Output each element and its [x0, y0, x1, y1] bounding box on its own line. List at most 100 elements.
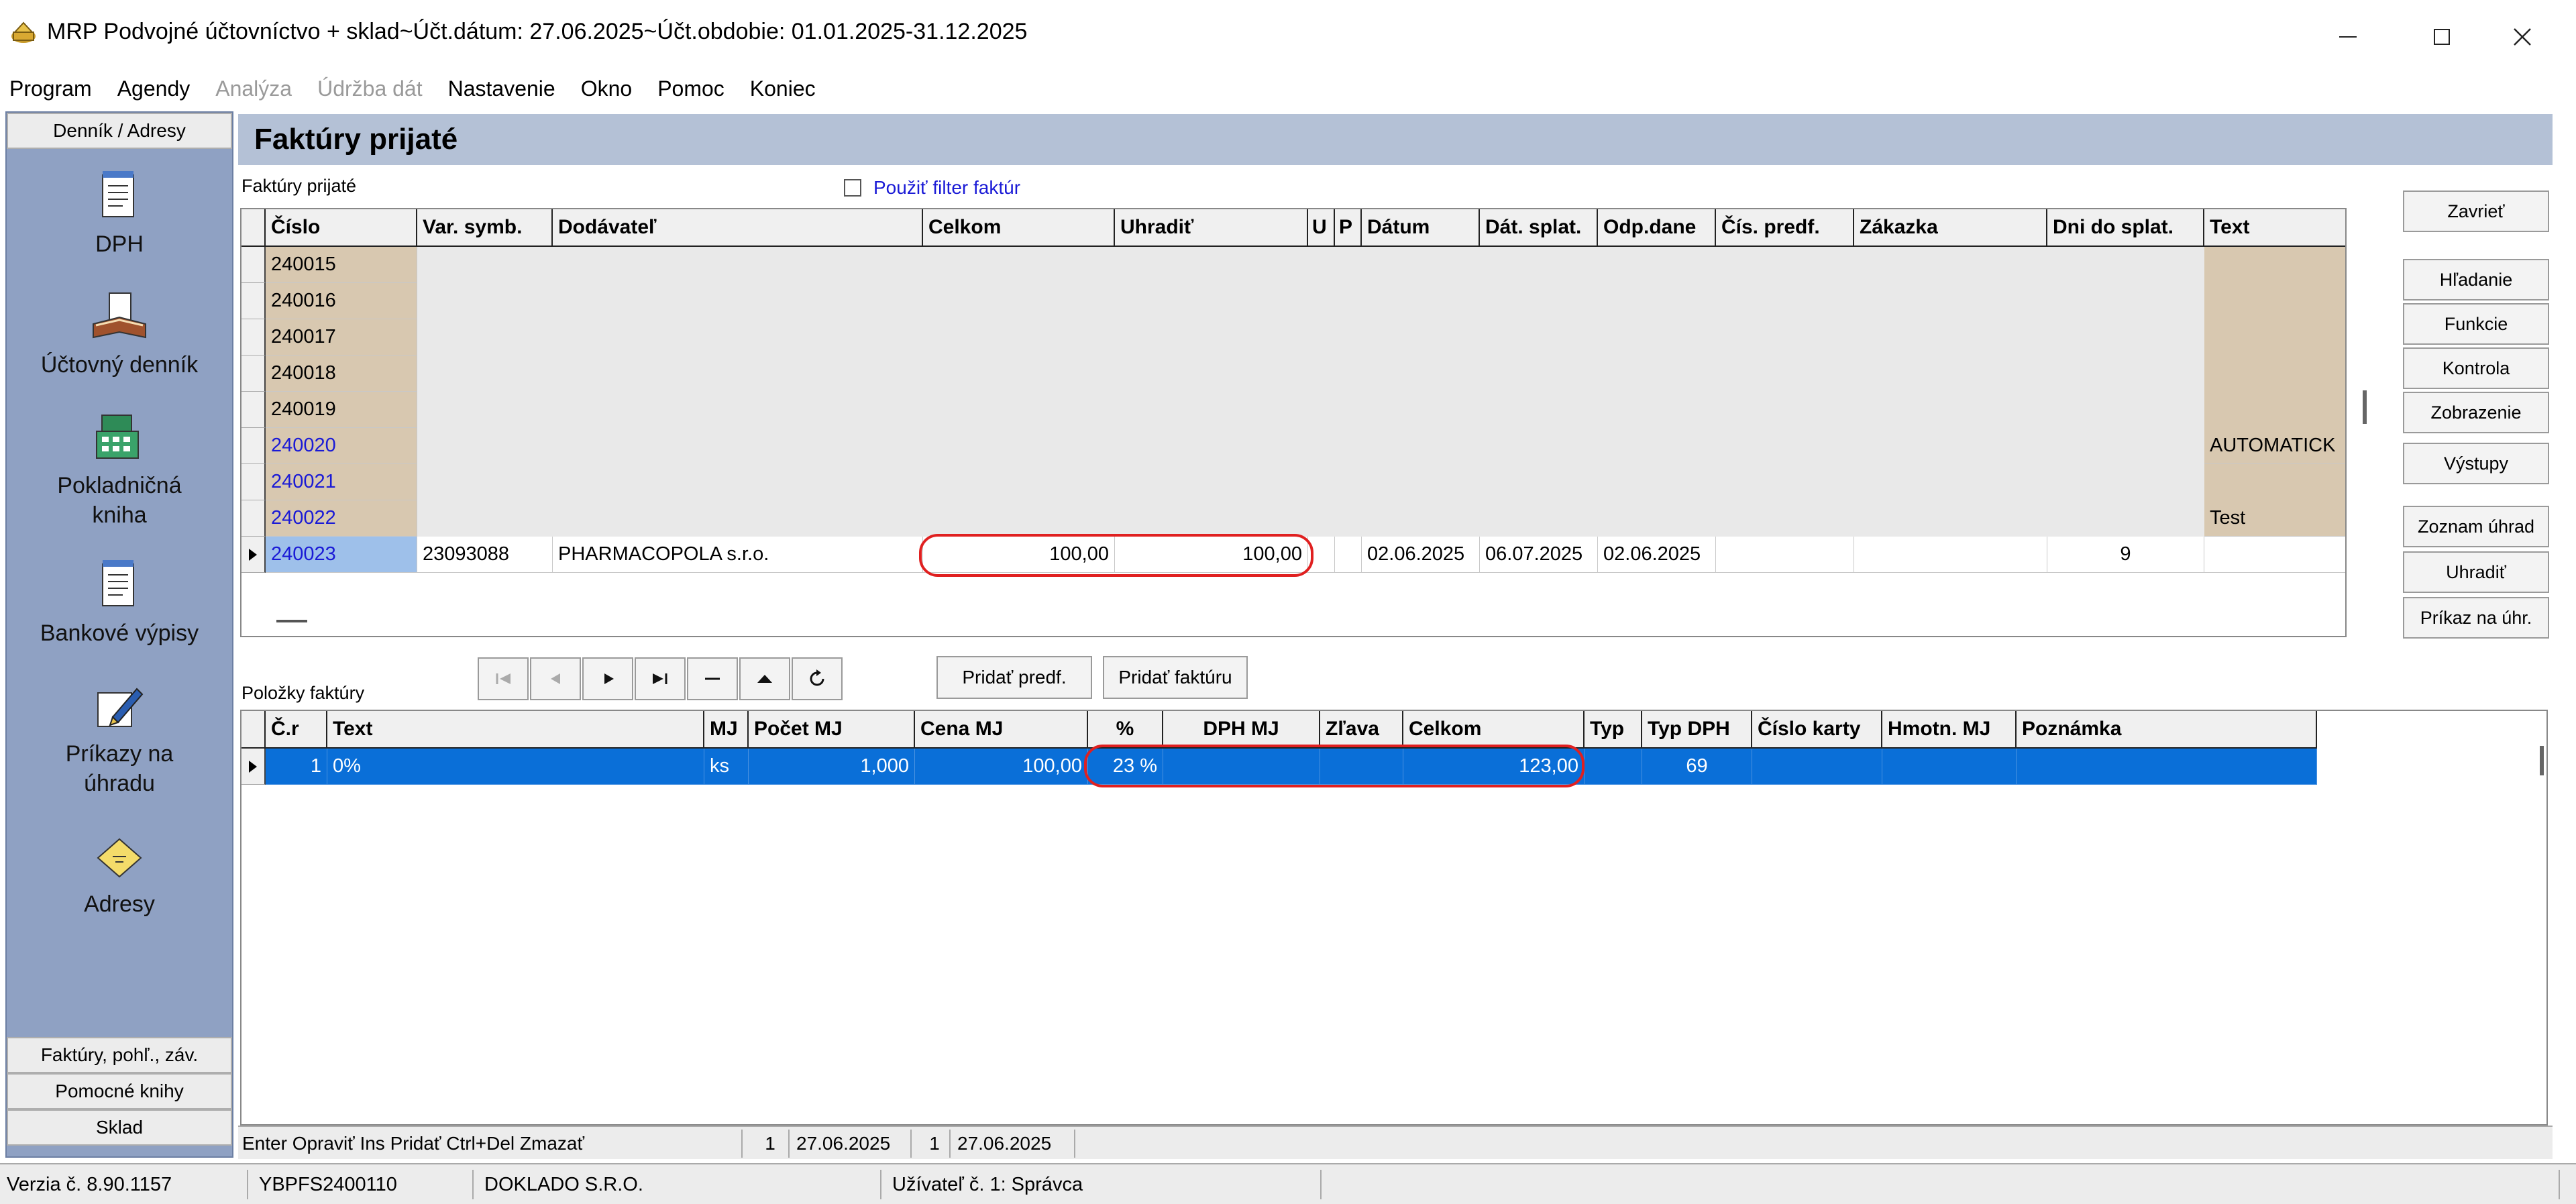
nav-tab-sklad[interactable]: Sklad: [7, 1109, 232, 1146]
row-indicator[interactable]: [241, 464, 266, 500]
col-header-typ-dph[interactable]: Typ DPH: [1642, 711, 1752, 749]
item-hmotn-mj[interactable]: [1882, 749, 2017, 785]
up-button[interactable]: [739, 657, 790, 700]
menu-program[interactable]: Program: [9, 76, 92, 101]
nav-tab-dennik-adresy[interactable]: Denník / Adresy: [7, 113, 232, 149]
functions-button[interactable]: Funkcie: [2403, 303, 2549, 345]
invoice-number[interactable]: 240021: [266, 464, 417, 500]
invoice-number-current[interactable]: 240023: [266, 537, 417, 573]
first-record-button[interactable]: [478, 657, 529, 700]
item-cislo-karty[interactable]: [1752, 749, 1882, 785]
checkbox-box[interactable]: [844, 179, 861, 197]
invoice-text[interactable]: AUTOMATICK: [2204, 428, 2345, 464]
datum-cell[interactable]: 02.06.2025: [1362, 537, 1480, 573]
col-header-u[interactable]: U: [1308, 209, 1335, 247]
col-header-typ[interactable]: Typ: [1585, 711, 1642, 749]
check-button[interactable]: Kontrola: [2403, 347, 2549, 389]
menu-okno[interactable]: Okno: [581, 76, 632, 101]
payments-list-button[interactable]: Zoznam úhrad: [2403, 506, 2549, 547]
last-record-button[interactable]: [635, 657, 686, 700]
lower-scrollbar-thumb[interactable]: [2540, 746, 2544, 775]
col-header-percent[interactable]: %: [1088, 711, 1163, 749]
grid-splitter[interactable]: [276, 620, 307, 622]
close-form-button[interactable]: Zavrieť: [2403, 190, 2549, 232]
item-typ[interactable]: [1585, 749, 1642, 785]
col-header-cena-mj[interactable]: Cena MJ: [915, 711, 1088, 749]
nav-tab-pomocne-knihy[interactable]: Pomocné knihy: [7, 1073, 232, 1109]
invoice-number[interactable]: 240022: [266, 500, 417, 537]
p-cell[interactable]: [1335, 537, 1362, 573]
menu-agendy[interactable]: Agendy: [117, 76, 191, 101]
maximize-button[interactable]: [2402, 13, 2482, 60]
pay-button[interactable]: Uhradiť: [2403, 551, 2549, 593]
prev-record-button[interactable]: [530, 657, 581, 700]
col-header-pocet-mj[interactable]: Počet MJ: [749, 711, 915, 749]
current-row-indicator[interactable]: [241, 537, 266, 573]
row-indicator[interactable]: [241, 319, 266, 355]
filter-checkbox[interactable]: Použiť filter faktúr: [844, 177, 1020, 199]
col-header-zakazka[interactable]: Zákazka: [1854, 209, 2047, 247]
col-header-celkom[interactable]: Celkom: [923, 209, 1115, 247]
next-record-button[interactable]: [582, 657, 633, 700]
row-indicator[interactable]: [241, 283, 266, 319]
invoice-number[interactable]: 240019: [266, 392, 417, 428]
nav-item-prikazy-na-uhradu[interactable]: Príkazy na úhradu: [7, 676, 232, 798]
invoice-number[interactable]: 240015: [266, 247, 417, 283]
col-header-uhradit[interactable]: Uhradiť: [1115, 209, 1308, 247]
item-cena-mj[interactable]: 100,00: [915, 749, 1088, 785]
item-mj[interactable]: ks: [704, 749, 749, 785]
col-header-text[interactable]: Text: [2204, 209, 2345, 247]
item-cr[interactable]: 1: [266, 749, 327, 785]
minimize-button[interactable]: [2308, 13, 2388, 60]
item-typ-dph[interactable]: 69: [1642, 749, 1752, 785]
text-cell[interactable]: [2204, 537, 2345, 573]
menu-udrzba-dat[interactable]: Údržba dát: [317, 76, 423, 101]
col-header-mj[interactable]: MJ: [704, 711, 749, 749]
col-header-var-symb[interactable]: Var. symb.: [417, 209, 553, 247]
col-header-cis-predf[interactable]: Čís. predf.: [1716, 209, 1854, 247]
invoice-number[interactable]: 240016: [266, 283, 417, 319]
item-text[interactable]: 0%: [327, 749, 704, 785]
close-button[interactable]: [2482, 13, 2563, 60]
row-indicator[interactable]: [241, 392, 266, 428]
col-header-poznamka[interactable]: Poznámka: [2017, 711, 2317, 749]
row-indicator[interactable]: [241, 355, 266, 392]
payment-order-button[interactable]: Príkaz na úhr.: [2403, 597, 2549, 639]
current-row-indicator[interactable]: [241, 749, 266, 785]
col-header-cislo[interactable]: Číslo: [266, 209, 417, 247]
nav-item-adresy[interactable]: Adresy: [7, 826, 232, 919]
item-poznamka[interactable]: [2017, 749, 2317, 785]
col-header-odp-dane[interactable]: Odp.dane: [1598, 209, 1716, 247]
col-header-datum[interactable]: Dátum: [1362, 209, 1480, 247]
nav-item-bankove-vypisy[interactable]: Bankové výpisy: [7, 555, 232, 648]
col-header-cislo-karty[interactable]: Číslo karty: [1752, 711, 1882, 749]
col-header-celkom[interactable]: Celkom: [1403, 711, 1585, 749]
menu-nastavenie[interactable]: Nastavenie: [448, 76, 555, 101]
col-header-text[interactable]: Text: [327, 711, 704, 749]
col-header-dodavatel[interactable]: Dodávateľ: [553, 209, 923, 247]
refresh-button[interactable]: [792, 657, 843, 700]
row-indicator[interactable]: [241, 247, 266, 283]
nav-item-pokladnicna-kniha[interactable]: Pokladničná kniha: [7, 408, 232, 530]
dodavatel-cell[interactable]: PHARMACOPOLA s.r.o.: [553, 537, 923, 573]
menu-analyza[interactable]: Analýza: [215, 76, 292, 101]
col-header-zlava[interactable]: Zľava: [1320, 711, 1403, 749]
invoice-text[interactable]: Test: [2204, 500, 2345, 537]
add-predf-button[interactable]: Pridať predf.: [936, 656, 1092, 699]
nav-item-uctovny-dennik[interactable]: Účtovný denník: [7, 287, 232, 380]
row-indicator[interactable]: [241, 428, 266, 464]
col-header-cr[interactable]: Č.r: [266, 711, 327, 749]
nav-tab-faktury[interactable]: Faktúry, pohľ., záv.: [7, 1037, 232, 1073]
col-header-dni-do-splat[interactable]: Dni do splat.: [2047, 209, 2204, 247]
item-pocet-mj[interactable]: 1,000: [749, 749, 915, 785]
col-header-hmotn-mj[interactable]: Hmotn. MJ: [1882, 711, 2017, 749]
cis-predf-cell[interactable]: [1716, 537, 1854, 573]
col-header-p[interactable]: P: [1335, 209, 1362, 247]
odp-dane-cell[interactable]: 02.06.2025: [1598, 537, 1716, 573]
invoice-number[interactable]: 240017: [266, 319, 417, 355]
row-indicator[interactable]: [241, 500, 266, 537]
outputs-button[interactable]: Výstupy: [2403, 443, 2549, 484]
zakazka-cell[interactable]: [1854, 537, 2047, 573]
add-invoice-button[interactable]: Pridať faktúru: [1103, 656, 1248, 699]
nav-item-dph[interactable]: DPH: [7, 166, 232, 259]
